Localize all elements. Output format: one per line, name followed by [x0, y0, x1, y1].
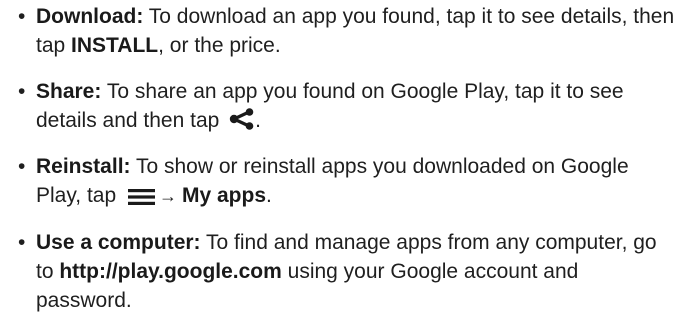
bullet: •	[18, 80, 26, 103]
list-item-use-computer: • Use a computer: To find and manage app…	[16, 228, 676, 315]
play-store-url: http://play.google.com	[59, 260, 282, 283]
bullet: •	[18, 155, 26, 178]
item-title: Reinstall:	[36, 155, 131, 178]
item-title: Download:	[36, 5, 144, 28]
share-icon	[229, 108, 255, 131]
item-text-end: , or the price.	[158, 34, 281, 57]
item-text-end: .	[266, 184, 272, 207]
bullet: •	[18, 5, 26, 28]
my-apps-label: My apps	[182, 184, 267, 207]
item-title: Use a computer:	[36, 231, 201, 254]
item-title: Share:	[36, 80, 102, 103]
arrow-icon: →	[159, 186, 177, 206]
item-text: To share an app you found on Google Play…	[36, 80, 624, 132]
instruction-list: • Download: To download an app you found…	[16, 2, 676, 332]
item-text-end: .	[255, 109, 261, 132]
list-item-download: • Download: To download an app you found…	[16, 2, 676, 60]
bullet: •	[18, 231, 26, 254]
list-item-reinstall: • Reinstall: To show or reinstall apps y…	[16, 152, 676, 211]
list-item-share: • Share: To share an app you found on Go…	[16, 77, 676, 135]
install-label: INSTALL	[71, 34, 159, 57]
menu-icon	[128, 185, 155, 206]
